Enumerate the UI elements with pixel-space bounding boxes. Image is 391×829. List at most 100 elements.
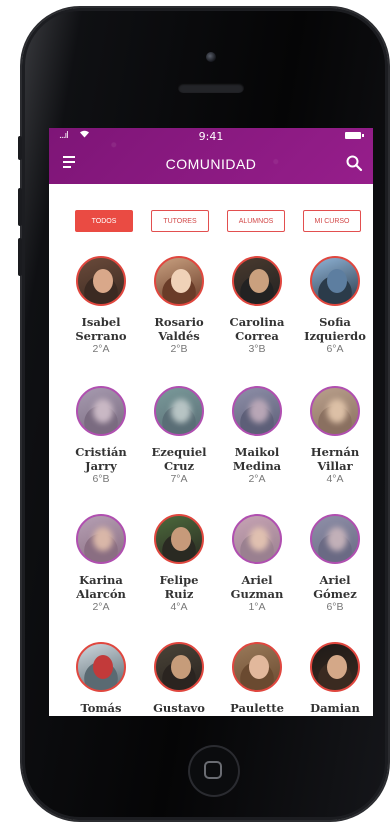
member-name: Ariel Guzman	[217, 573, 297, 601]
member-last-name: Gómez	[313, 587, 357, 601]
search-icon[interactable]	[345, 154, 363, 172]
volume-down-button	[18, 238, 22, 276]
member-last-name: Ruiz	[164, 587, 194, 601]
volume-up-button	[18, 188, 22, 226]
avatar	[232, 386, 282, 436]
member-name: Ezequiel Cruz	[139, 445, 219, 473]
member-last-name: Alarcón	[76, 587, 126, 601]
member-first-name: Ezequiel	[151, 445, 207, 459]
avatar	[154, 256, 204, 306]
avatar	[310, 642, 360, 692]
member-card[interactable]: Rosario Valdés 2°B	[139, 256, 219, 356]
member-first-name: Damian	[310, 701, 360, 715]
front-camera	[206, 52, 216, 62]
member-first-name: Paulette	[230, 701, 284, 715]
member-name: Hernán Villar	[295, 445, 373, 473]
member-last-name: Medina	[232, 459, 282, 473]
member-card[interactable]: Ariel Guzman 1°A	[217, 514, 297, 614]
page-title: COMUNIDAD	[165, 156, 257, 172]
member-card[interactable]: Isabel Serrano 2°A	[61, 256, 141, 356]
avatar	[154, 514, 204, 564]
member-card[interactable]: Cristián Jarry 6°B	[61, 386, 141, 486]
member-grade: 2°A	[92, 601, 110, 613]
member-last-name: Guzman	[230, 587, 284, 601]
member-name: Rosario Valdés	[139, 315, 219, 343]
member-grade: 4°A	[170, 601, 188, 613]
member-name: Felipe Ruiz	[139, 573, 219, 601]
filter-todos[interactable]: TODOS	[75, 210, 133, 232]
member-first-name: Maikol	[234, 445, 280, 459]
member-first-name: Ariel	[319, 573, 351, 587]
status-bar: ...ıl 9:41	[49, 128, 373, 144]
avatar	[232, 642, 282, 692]
member-name: Paulette	[217, 701, 297, 715]
earpiece-speaker	[178, 83, 244, 93]
avatar	[310, 514, 360, 564]
member-card[interactable]: Paulette	[217, 642, 297, 715]
member-name: Carolina Correa	[217, 315, 297, 343]
status-time: 9:41	[198, 130, 224, 143]
member-card[interactable]: Ariel Gómez 6°B	[295, 514, 373, 614]
member-card[interactable]: Tomás	[61, 642, 141, 715]
member-last-name: Jarry	[85, 459, 117, 473]
avatar	[76, 386, 126, 436]
battery-icon	[345, 132, 364, 139]
member-last-name: Cruz	[163, 459, 195, 473]
app-header: ...ıl 9:41 COMUNIDAD	[49, 128, 373, 184]
mute-switch	[18, 136, 22, 160]
avatar	[76, 514, 126, 564]
member-name: Cristián Jarry	[61, 445, 141, 473]
app-screen: ...ıl 9:41 COMUNIDAD TODOS TUTORES ALUMN…	[49, 128, 373, 716]
member-first-name: Hernán	[310, 445, 360, 459]
member-name: Damian	[295, 701, 373, 715]
member-grade: 2°A	[248, 473, 266, 485]
filter-tutores[interactable]: TUTORES	[151, 210, 209, 232]
member-card[interactable]: Hernán Villar 4°A	[295, 386, 373, 486]
avatar	[232, 256, 282, 306]
member-name: Ariel Gómez	[295, 573, 373, 601]
member-card[interactable]: Sofia Izquierdo 6°A	[295, 256, 373, 356]
avatar	[76, 642, 126, 692]
avatar	[154, 642, 204, 692]
member-grade: 2°B	[170, 343, 188, 355]
member-name: Sofia Izquierdo	[295, 315, 373, 343]
member-first-name: Tomás	[80, 701, 122, 715]
member-first-name: Felipe	[159, 573, 199, 587]
member-last-name: Correa	[235, 329, 279, 343]
member-first-name: Karina	[79, 573, 123, 587]
member-name: Karina Alarcón	[61, 573, 141, 601]
member-first-name: Rosario	[154, 315, 204, 329]
member-first-name: Ariel	[241, 573, 273, 587]
member-grade: 6°B	[326, 601, 344, 613]
avatar	[76, 256, 126, 306]
member-name: Maikol Medina	[217, 445, 297, 473]
member-card[interactable]: Ezequiel Cruz 7°A	[139, 386, 219, 486]
member-first-name: Cristián	[75, 445, 127, 459]
member-grade: 4°A	[326, 473, 344, 485]
member-name: Gustavo	[139, 701, 219, 715]
member-grade: 6°A	[326, 343, 344, 355]
member-card[interactable]: Maikol Medina 2°A	[217, 386, 297, 486]
member-last-name: Villar	[317, 459, 353, 473]
filter-tabs: TODOS TUTORES ALUMNOS MI CURSO	[75, 210, 365, 232]
member-first-name: Gustavo	[153, 701, 205, 715]
member-last-name: Serrano	[75, 329, 127, 343]
member-first-name: Carolina	[229, 315, 285, 329]
member-name: Isabel Serrano	[61, 315, 141, 343]
avatar	[232, 514, 282, 564]
home-button[interactable]	[188, 745, 240, 797]
member-grade: 2°A	[92, 343, 110, 355]
member-last-name: Valdés	[158, 329, 200, 343]
member-grade: 6°B	[92, 473, 110, 485]
member-card[interactable]: Felipe Ruiz 4°A	[139, 514, 219, 614]
member-card[interactable]: Damian	[295, 642, 373, 715]
member-grade: 1°A	[248, 601, 266, 613]
filter-mi-curso[interactable]: MI CURSO	[303, 210, 361, 232]
member-last-name: Izquierdo	[304, 329, 366, 343]
member-card[interactable]: Karina Alarcón 2°A	[61, 514, 141, 614]
member-card[interactable]: Carolina Correa 3°B	[217, 256, 297, 356]
member-grade: 7°A	[170, 473, 188, 485]
member-card[interactable]: Gustavo	[139, 642, 219, 715]
member-first-name: Sofia	[319, 315, 351, 329]
filter-alumnos[interactable]: ALUMNOS	[227, 210, 285, 232]
